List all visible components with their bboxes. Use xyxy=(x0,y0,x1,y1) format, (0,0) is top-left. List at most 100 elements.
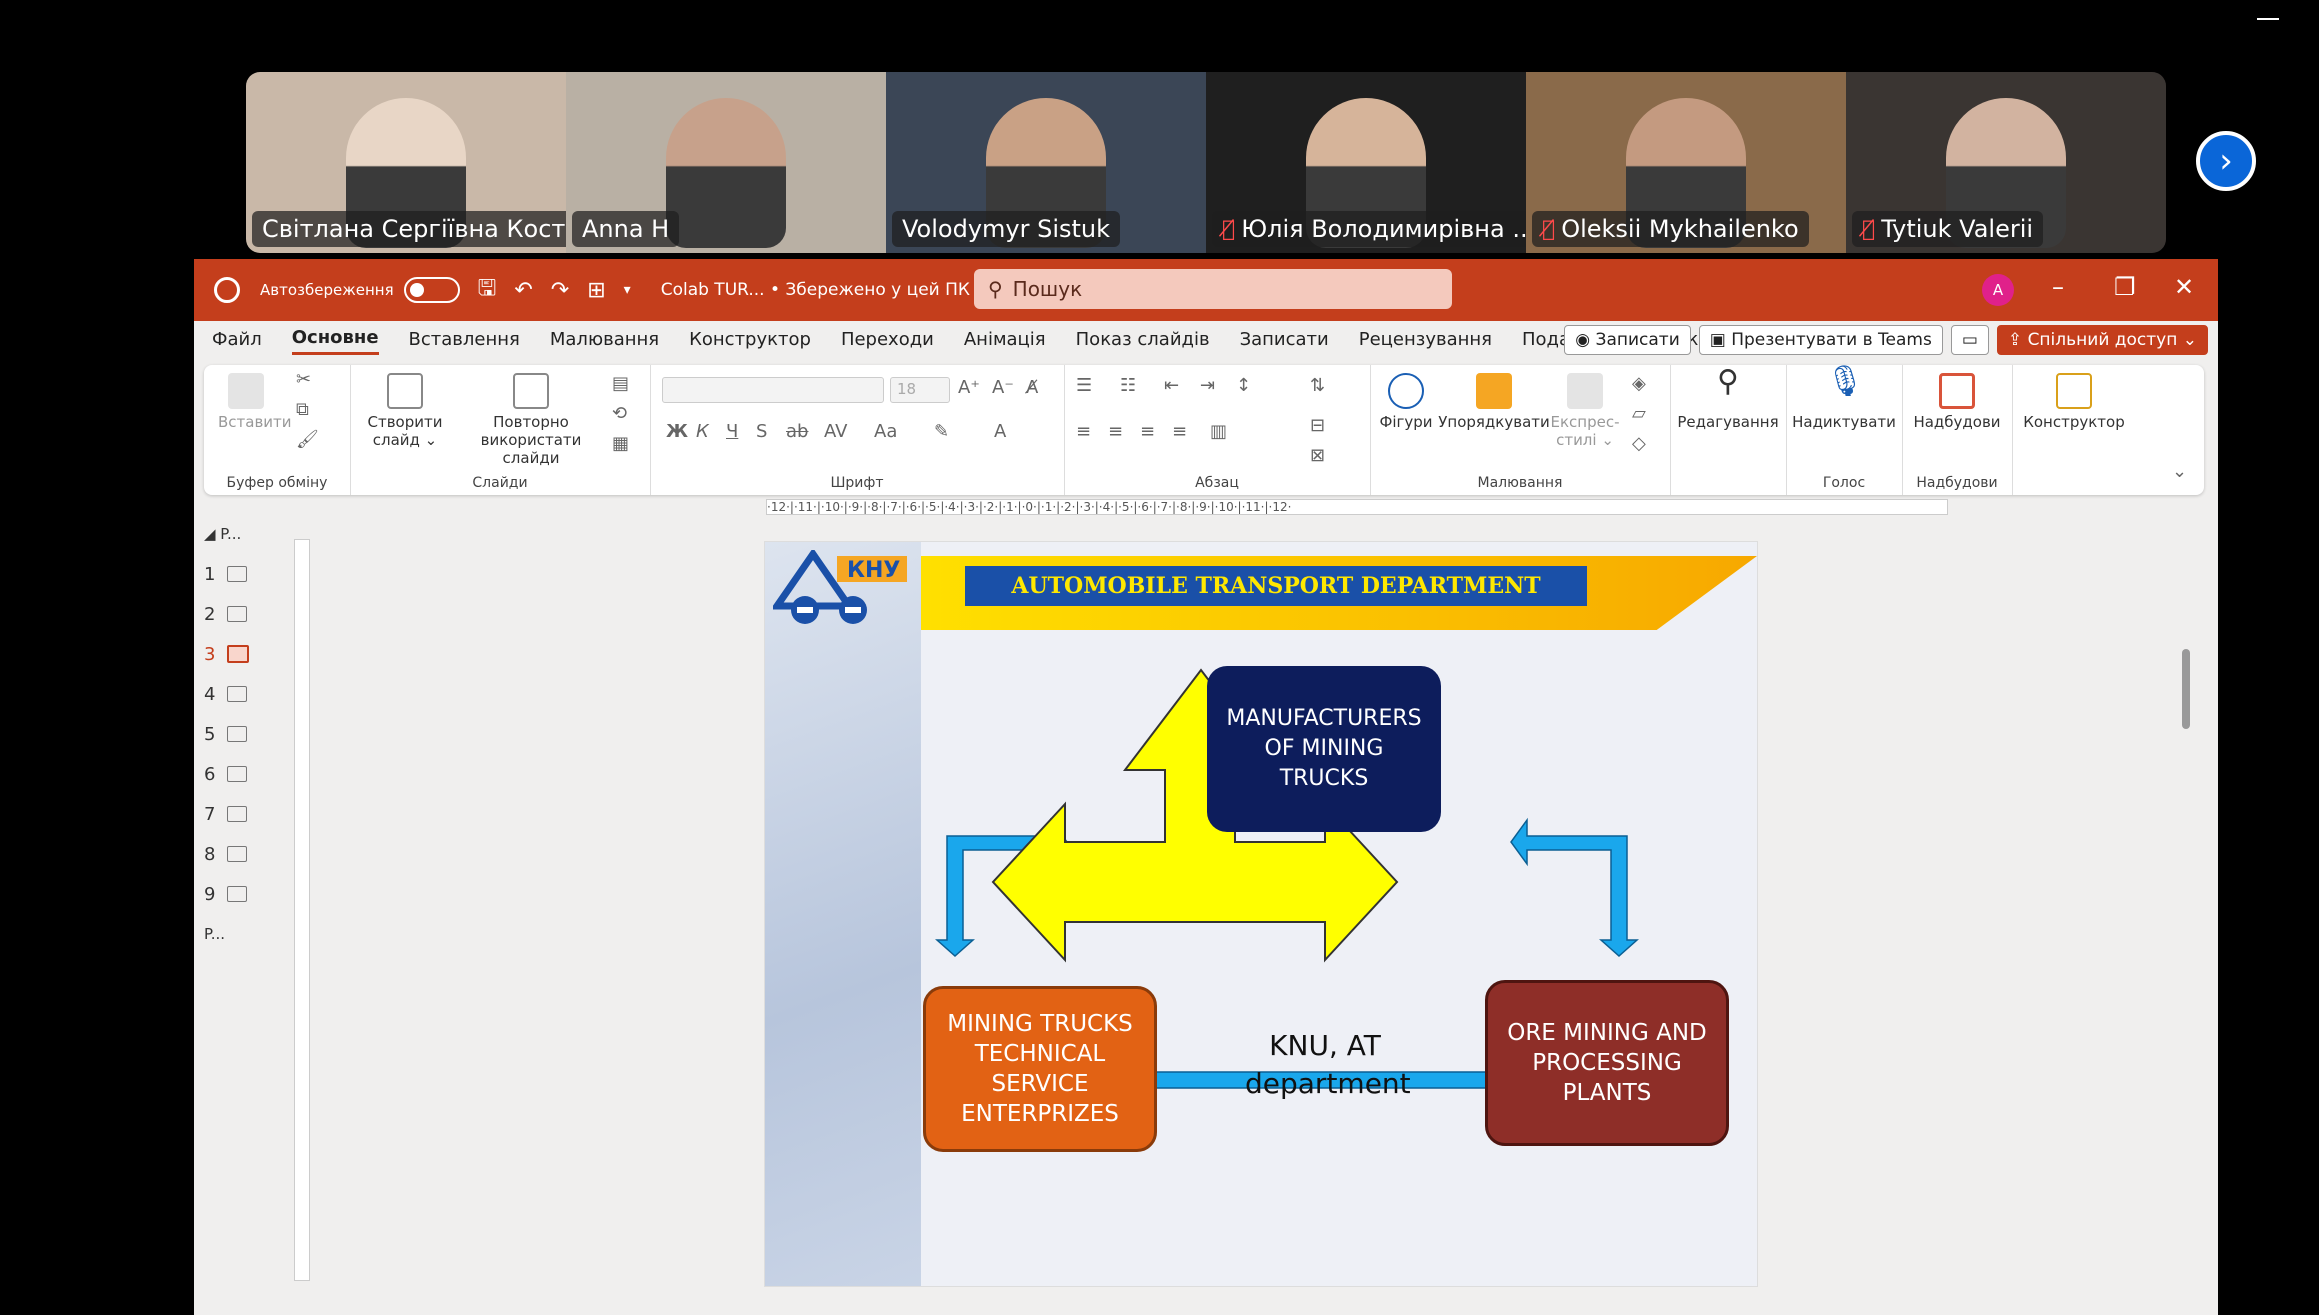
vertical-scrollbar[interactable] xyxy=(2178,499,2194,1289)
slide-number: 2 xyxy=(204,603,216,625)
editing-button[interactable]: ⚲ Редагування xyxy=(1674,367,1782,432)
participant-tile[interactable]: 🎙̸ Юлія Володимирівна ... xyxy=(1206,72,1526,253)
bold-icon[interactable]: Ж xyxy=(666,421,688,442)
tab-7[interactable]: Показ слайдів xyxy=(1076,329,1210,354)
collapse-ribbon-icon[interactable]: ⌄ xyxy=(2172,461,2187,482)
line-spacing-icon[interactable]: ↕ xyxy=(1236,375,1251,396)
share-button[interactable]: ⇪ Спільний доступ ⌄ xyxy=(1996,325,2208,355)
slide-preview-icon xyxy=(227,846,248,862)
align-left-icon[interactable]: ≡ xyxy=(1076,421,1091,442)
customize-qat-icon[interactable]: ▾ xyxy=(624,282,631,298)
text-direction-icon[interactable]: ⇅ xyxy=(1310,375,1325,396)
decrease-font-icon[interactable]: A⁻ xyxy=(992,377,1014,398)
smartart-icon[interactable]: ⊠ xyxy=(1310,445,1325,466)
align-text-icon[interactable]: ⊟ xyxy=(1310,415,1325,436)
redo-icon[interactable]: ↷ xyxy=(551,278,569,303)
copy-icon[interactable]: ⧉ xyxy=(296,399,309,420)
participant-tile[interactable]: 🎙̸ Tytiuk Valerii xyxy=(1846,72,2166,253)
increase-indent-icon[interactable]: ⇥ xyxy=(1200,375,1215,396)
slide-thumbnail[interactable]: 3 xyxy=(204,634,264,674)
record-button[interactable]: ◉ Записати xyxy=(1564,325,1691,355)
tab-4[interactable]: Конструктор xyxy=(689,329,811,354)
tab-9[interactable]: Рецензування xyxy=(1359,329,1492,354)
powerpoint-logo-icon xyxy=(214,277,240,303)
participant-tile[interactable]: 🎙̸ Oleksii Mykhailenko xyxy=(1526,72,1846,253)
slide-thumbnail[interactable]: 7 xyxy=(204,794,264,834)
numbering-icon[interactable]: ☷ xyxy=(1120,375,1136,396)
increase-font-icon[interactable]: A⁺ xyxy=(958,377,980,398)
tab-1[interactable]: Основне xyxy=(291,327,379,355)
font-family-select[interactable] xyxy=(662,377,884,403)
arrange-button[interactable]: Упорядкувати xyxy=(1438,373,1550,431)
section-icon[interactable]: ▦ xyxy=(612,433,629,454)
tab-0[interactable]: Файл xyxy=(212,329,262,354)
minimize-window-icon[interactable]: – xyxy=(2052,273,2064,301)
slide-thumbnail[interactable]: 6 xyxy=(204,754,264,794)
present-icon[interactable]: ⊞ xyxy=(587,278,605,303)
tab-3[interactable]: Малювання xyxy=(550,329,659,354)
slide-thumbnail[interactable]: 8 xyxy=(204,834,264,874)
next-participants-button[interactable]: › xyxy=(2196,131,2256,191)
tab-6[interactable]: Анімація xyxy=(964,329,1046,354)
justify-icon[interactable]: ≡ xyxy=(1172,421,1187,442)
section-header[interactable]: P... xyxy=(204,914,264,954)
close-window-icon[interactable]: ✕ xyxy=(2174,273,2194,301)
font-color-icon[interactable]: A xyxy=(994,421,1006,442)
spacing-icon[interactable]: AV xyxy=(824,421,847,442)
change-case-icon[interactable]: Aa xyxy=(874,421,897,442)
new-slide-button[interactable]: Створити слайд ⌄ xyxy=(360,373,450,449)
shape-effects-icon[interactable]: ◇ xyxy=(1632,433,1646,454)
minimize-icon[interactable] xyxy=(2257,18,2279,20)
font-size-select[interactable]: 18 xyxy=(890,377,950,403)
participant-tile[interactable]: Світлана Сергіївна Костюк xyxy=(246,72,566,253)
slide-canvas[interactable]: КНУ AUTOMOBILE TRANSPORT DEPARTMENT MANU… xyxy=(764,541,1758,1287)
shape-fill-icon[interactable]: ◈ xyxy=(1632,373,1646,394)
autosave-toggle[interactable] xyxy=(403,277,460,303)
tab-5[interactable]: Переходи xyxy=(841,329,934,354)
format-painter-icon[interactable]: 🖌 xyxy=(296,429,319,450)
decrease-indent-icon[interactable]: ⇤ xyxy=(1164,375,1179,396)
clear-format-icon[interactable]: A̸ xyxy=(1026,377,1038,398)
shape-outline-icon[interactable]: ▱ xyxy=(1632,403,1646,424)
voice-group-label: Голос xyxy=(1822,475,1866,491)
document-title[interactable]: Colab TUR... • Збережено у цей ПК ⌄ xyxy=(661,280,990,300)
paste-button[interactable]: Вставити xyxy=(218,373,292,431)
slide-thumbnail[interactable]: 5 xyxy=(204,714,264,754)
dictate-button[interactable]: 🎙 Надиктувати xyxy=(1790,367,1898,432)
participant-tile[interactable]: Volodymyr Sistuk xyxy=(886,72,1206,253)
italic-icon[interactable]: К xyxy=(696,421,709,442)
align-right-icon[interactable]: ≡ xyxy=(1140,421,1155,442)
layout-icon[interactable]: ▤ xyxy=(612,373,629,394)
slide-preview-icon xyxy=(227,606,248,622)
undo-icon[interactable]: ↶ xyxy=(514,278,532,303)
shapes-button[interactable]: Фігури xyxy=(1376,373,1436,431)
quick-styles-button[interactable]: Експрес-стилі ⌄ xyxy=(1550,373,1620,449)
tab-2[interactable]: Вставлення xyxy=(409,329,520,354)
present-in-teams-button[interactable]: ▣ Презентувати в Teams xyxy=(1698,325,1943,355)
save-icon[interactable]: 🖫 xyxy=(478,271,497,309)
slide-thumbnail[interactable]: 4 xyxy=(204,674,264,714)
avatar[interactable]: A xyxy=(1982,274,2014,306)
comments-button[interactable]: ▭ xyxy=(1950,325,1989,355)
addins-button[interactable]: Надбудови xyxy=(1906,373,2008,431)
designer-button[interactable]: Конструктор xyxy=(2016,373,2132,431)
tab-8[interactable]: Записати xyxy=(1240,329,1329,354)
underline-icon[interactable]: Ч xyxy=(726,421,738,442)
align-center-icon[interactable]: ≡ xyxy=(1108,421,1123,442)
search-input[interactable]: ⚲ Пошук xyxy=(974,269,1452,309)
strikethrough-icon[interactable]: ab xyxy=(786,421,808,442)
bullets-icon[interactable]: ☰ xyxy=(1076,375,1092,396)
section-header[interactable]: ◢ P... xyxy=(204,514,264,554)
scrollbar-thumb[interactable] xyxy=(2182,649,2190,729)
slide-thumbnail[interactable]: 2 xyxy=(204,594,264,634)
restore-window-icon[interactable]: ❐ xyxy=(2114,273,2136,301)
slide-thumbnail[interactable]: 9 xyxy=(204,874,264,914)
participant-tile[interactable]: Anna H xyxy=(566,72,886,253)
highlight-icon[interactable]: ✎ xyxy=(934,421,949,442)
scissors-icon[interactable]: ✂ xyxy=(296,369,311,390)
reuse-slides-button[interactable]: Повторно використати слайди xyxy=(456,373,606,467)
reset-icon[interactable]: ⟲ xyxy=(612,403,627,424)
shadow-icon[interactable]: S xyxy=(756,421,767,442)
slide-thumbnail[interactable]: 1 xyxy=(204,554,264,594)
columns-icon[interactable]: ▥ xyxy=(1210,421,1227,442)
